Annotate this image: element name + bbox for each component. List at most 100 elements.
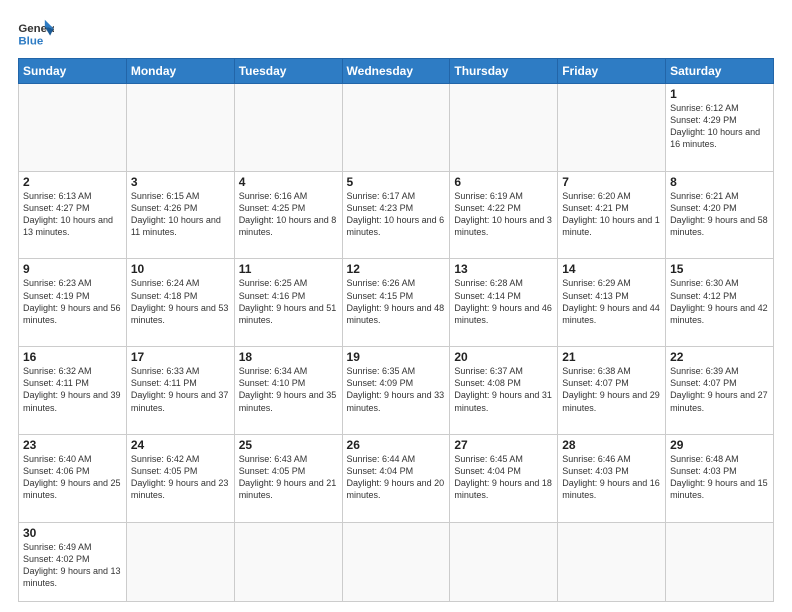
day-info: Sunrise: 6:20 AM Sunset: 4:21 PM Dayligh… — [562, 190, 661, 239]
calendar-week-row: 30Sunrise: 6:49 AM Sunset: 4:02 PM Dayli… — [19, 522, 774, 601]
day-info: Sunrise: 6:48 AM Sunset: 4:03 PM Dayligh… — [670, 453, 769, 502]
day-number: 20 — [454, 350, 553, 364]
calendar-header-row: SundayMondayTuesdayWednesdayThursdayFrid… — [19, 59, 774, 84]
calendar-cell: 19Sunrise: 6:35 AM Sunset: 4:09 PM Dayli… — [342, 347, 450, 435]
calendar-cell: 20Sunrise: 6:37 AM Sunset: 4:08 PM Dayli… — [450, 347, 558, 435]
day-number: 12 — [347, 262, 446, 276]
calendar-week-row: 16Sunrise: 6:32 AM Sunset: 4:11 PM Dayli… — [19, 347, 774, 435]
calendar-cell — [342, 522, 450, 601]
day-number: 3 — [131, 175, 230, 189]
calendar-cell: 17Sunrise: 6:33 AM Sunset: 4:11 PM Dayli… — [126, 347, 234, 435]
day-number: 17 — [131, 350, 230, 364]
weekday-header-friday: Friday — [558, 59, 666, 84]
calendar-cell: 18Sunrise: 6:34 AM Sunset: 4:10 PM Dayli… — [234, 347, 342, 435]
day-number: 2 — [23, 175, 122, 189]
day-number: 23 — [23, 438, 122, 452]
calendar-cell: 5Sunrise: 6:17 AM Sunset: 4:23 PM Daylig… — [342, 171, 450, 259]
header: General Blue — [18, 18, 774, 48]
calendar-week-row: 23Sunrise: 6:40 AM Sunset: 4:06 PM Dayli… — [19, 434, 774, 522]
day-info: Sunrise: 6:44 AM Sunset: 4:04 PM Dayligh… — [347, 453, 446, 502]
calendar-cell: 30Sunrise: 6:49 AM Sunset: 4:02 PM Dayli… — [19, 522, 127, 601]
day-number: 1 — [670, 87, 769, 101]
svg-text:Blue: Blue — [18, 35, 43, 47]
day-info: Sunrise: 6:21 AM Sunset: 4:20 PM Dayligh… — [670, 190, 769, 239]
calendar-cell: 27Sunrise: 6:45 AM Sunset: 4:04 PM Dayli… — [450, 434, 558, 522]
day-number: 18 — [239, 350, 338, 364]
weekday-header-tuesday: Tuesday — [234, 59, 342, 84]
calendar-cell: 8Sunrise: 6:21 AM Sunset: 4:20 PM Daylig… — [666, 171, 774, 259]
day-number: 28 — [562, 438, 661, 452]
calendar-cell — [126, 84, 234, 172]
calendar-cell: 4Sunrise: 6:16 AM Sunset: 4:25 PM Daylig… — [234, 171, 342, 259]
calendar-cell — [558, 522, 666, 601]
calendar-cell — [234, 84, 342, 172]
weekday-header-monday: Monday — [126, 59, 234, 84]
day-info: Sunrise: 6:26 AM Sunset: 4:15 PM Dayligh… — [347, 277, 446, 326]
day-number: 21 — [562, 350, 661, 364]
day-info: Sunrise: 6:24 AM Sunset: 4:18 PM Dayligh… — [131, 277, 230, 326]
day-info: Sunrise: 6:13 AM Sunset: 4:27 PM Dayligh… — [23, 190, 122, 239]
calendar-week-row: 1Sunrise: 6:12 AM Sunset: 4:29 PM Daylig… — [19, 84, 774, 172]
calendar-cell: 28Sunrise: 6:46 AM Sunset: 4:03 PM Dayli… — [558, 434, 666, 522]
day-number: 6 — [454, 175, 553, 189]
day-info: Sunrise: 6:37 AM Sunset: 4:08 PM Dayligh… — [454, 365, 553, 414]
day-info: Sunrise: 6:28 AM Sunset: 4:14 PM Dayligh… — [454, 277, 553, 326]
day-info: Sunrise: 6:32 AM Sunset: 4:11 PM Dayligh… — [23, 365, 122, 414]
calendar-cell — [450, 84, 558, 172]
calendar-cell: 2Sunrise: 6:13 AM Sunset: 4:27 PM Daylig… — [19, 171, 127, 259]
calendar-cell: 11Sunrise: 6:25 AM Sunset: 4:16 PM Dayli… — [234, 259, 342, 347]
day-info: Sunrise: 6:43 AM Sunset: 4:05 PM Dayligh… — [239, 453, 338, 502]
calendar-cell: 25Sunrise: 6:43 AM Sunset: 4:05 PM Dayli… — [234, 434, 342, 522]
weekday-header-wednesday: Wednesday — [342, 59, 450, 84]
day-info: Sunrise: 6:34 AM Sunset: 4:10 PM Dayligh… — [239, 365, 338, 414]
calendar-cell: 1Sunrise: 6:12 AM Sunset: 4:29 PM Daylig… — [666, 84, 774, 172]
day-info: Sunrise: 6:40 AM Sunset: 4:06 PM Dayligh… — [23, 453, 122, 502]
calendar-cell — [19, 84, 127, 172]
calendar-cell — [342, 84, 450, 172]
day-info: Sunrise: 6:12 AM Sunset: 4:29 PM Dayligh… — [670, 102, 769, 151]
calendar-cell: 15Sunrise: 6:30 AM Sunset: 4:12 PM Dayli… — [666, 259, 774, 347]
page: General Blue SundayMondayTuesdayWednesda… — [0, 0, 792, 612]
day-number: 30 — [23, 526, 122, 540]
day-info: Sunrise: 6:29 AM Sunset: 4:13 PM Dayligh… — [562, 277, 661, 326]
day-info: Sunrise: 6:33 AM Sunset: 4:11 PM Dayligh… — [131, 365, 230, 414]
day-info: Sunrise: 6:35 AM Sunset: 4:09 PM Dayligh… — [347, 365, 446, 414]
day-number: 14 — [562, 262, 661, 276]
calendar-cell: 23Sunrise: 6:40 AM Sunset: 4:06 PM Dayli… — [19, 434, 127, 522]
day-info: Sunrise: 6:30 AM Sunset: 4:12 PM Dayligh… — [670, 277, 769, 326]
weekday-header-saturday: Saturday — [666, 59, 774, 84]
logo: General Blue — [18, 18, 54, 48]
day-number: 5 — [347, 175, 446, 189]
day-number: 8 — [670, 175, 769, 189]
day-number: 10 — [131, 262, 230, 276]
weekday-header-thursday: Thursday — [450, 59, 558, 84]
day-number: 16 — [23, 350, 122, 364]
calendar-cell: 21Sunrise: 6:38 AM Sunset: 4:07 PM Dayli… — [558, 347, 666, 435]
calendar-table: SundayMondayTuesdayWednesdayThursdayFrid… — [18, 58, 774, 602]
day-info: Sunrise: 6:42 AM Sunset: 4:05 PM Dayligh… — [131, 453, 230, 502]
day-number: 24 — [131, 438, 230, 452]
calendar-cell: 26Sunrise: 6:44 AM Sunset: 4:04 PM Dayli… — [342, 434, 450, 522]
calendar-cell — [126, 522, 234, 601]
calendar-cell — [558, 84, 666, 172]
day-info: Sunrise: 6:45 AM Sunset: 4:04 PM Dayligh… — [454, 453, 553, 502]
calendar-cell: 7Sunrise: 6:20 AM Sunset: 4:21 PM Daylig… — [558, 171, 666, 259]
day-number: 19 — [347, 350, 446, 364]
calendar-cell: 24Sunrise: 6:42 AM Sunset: 4:05 PM Dayli… — [126, 434, 234, 522]
calendar-week-row: 2Sunrise: 6:13 AM Sunset: 4:27 PM Daylig… — [19, 171, 774, 259]
calendar-cell: 13Sunrise: 6:28 AM Sunset: 4:14 PM Dayli… — [450, 259, 558, 347]
weekday-header-sunday: Sunday — [19, 59, 127, 84]
calendar-week-row: 9Sunrise: 6:23 AM Sunset: 4:19 PM Daylig… — [19, 259, 774, 347]
day-info: Sunrise: 6:39 AM Sunset: 4:07 PM Dayligh… — [670, 365, 769, 414]
day-info: Sunrise: 6:17 AM Sunset: 4:23 PM Dayligh… — [347, 190, 446, 239]
day-number: 9 — [23, 262, 122, 276]
day-info: Sunrise: 6:19 AM Sunset: 4:22 PM Dayligh… — [454, 190, 553, 239]
day-number: 25 — [239, 438, 338, 452]
day-number: 4 — [239, 175, 338, 189]
day-number: 26 — [347, 438, 446, 452]
calendar-cell: 22Sunrise: 6:39 AM Sunset: 4:07 PM Dayli… — [666, 347, 774, 435]
calendar-cell — [666, 522, 774, 601]
day-info: Sunrise: 6:15 AM Sunset: 4:26 PM Dayligh… — [131, 190, 230, 239]
day-number: 11 — [239, 262, 338, 276]
calendar-cell: 10Sunrise: 6:24 AM Sunset: 4:18 PM Dayli… — [126, 259, 234, 347]
